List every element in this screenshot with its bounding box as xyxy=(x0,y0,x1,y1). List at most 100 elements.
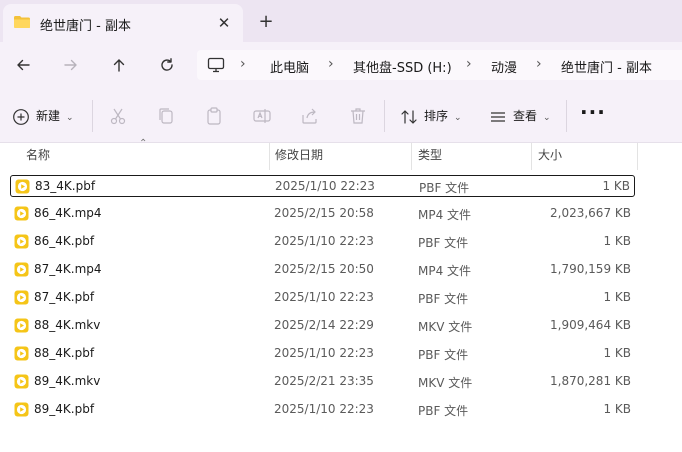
delete-icon[interactable] xyxy=(348,106,368,126)
file-size: 1 KB xyxy=(602,179,630,193)
column-header-size[interactable]: 大小 xyxy=(538,143,562,171)
view-list-icon xyxy=(491,111,505,122)
divider xyxy=(384,100,385,132)
cut-icon[interactable] xyxy=(108,106,128,126)
media-file-icon xyxy=(15,179,30,194)
media-file-icon xyxy=(14,374,29,389)
file-row[interactable]: 89_4K.pbf 2025/1/10 22:23 PBF 文件 1 KB xyxy=(10,399,635,421)
column-divider[interactable] xyxy=(637,143,638,170)
file-size: 1 KB xyxy=(603,234,631,248)
breadcrumb-anime[interactable]: 动漫 xyxy=(491,57,517,76)
file-name: 88_4K.mkv xyxy=(34,318,101,332)
arrow-right-icon xyxy=(64,59,77,71)
column-divider[interactable] xyxy=(411,143,412,170)
computer-icon xyxy=(207,57,225,73)
forward-button[interactable] xyxy=(57,52,85,78)
close-tab-icon[interactable]: ✕ xyxy=(214,13,234,33)
media-file-icon xyxy=(14,234,29,249)
file-row[interactable]: 86_4K.mp4 2025/2/15 20:58 MP4 文件 2,023,667 … xyxy=(10,203,635,225)
breadcrumb-drive[interactable]: 其他盘-SSD (H:) xyxy=(353,57,452,76)
file-modified: 2025/1/10 22:23 xyxy=(274,290,374,304)
file-type: PBF 文件 xyxy=(418,236,469,250)
column-header-name[interactable]: 名称 xyxy=(26,143,50,171)
file-row[interactable]: 86_4K.pbf 2025/1/10 22:23 PBF 文件 1 KB xyxy=(10,231,635,253)
media-file-icon xyxy=(14,262,29,277)
file-name: 87_4K.mp4 xyxy=(34,262,102,276)
tab-current-folder[interactable]: 绝世唐门 - 副本 ✕ xyxy=(3,4,243,42)
arrow-left-icon xyxy=(17,59,30,71)
new-tab-button[interactable]: + xyxy=(255,11,277,33)
file-modified: 2025/2/14 22:29 xyxy=(274,318,374,332)
copy-icon[interactable] xyxy=(156,106,176,126)
breadcrumb-current[interactable]: 绝世唐门 - 副本 xyxy=(561,57,652,76)
file-name: 86_4K.pbf xyxy=(34,234,95,248)
tab-strip: 绝世唐门 - 副本 ✕ + xyxy=(0,0,682,42)
view-button[interactable]: 查看 ⌄ xyxy=(489,104,551,128)
file-type: MKV 文件 xyxy=(418,320,473,334)
share-icon[interactable] xyxy=(300,106,320,126)
media-file-icon xyxy=(14,402,29,417)
sort-ascending-icon: ⌃ xyxy=(139,138,148,149)
divider xyxy=(92,100,93,132)
command-bar: 新建 ⌄ 排序 ⌄ 查看 ⌄ ··· xyxy=(0,88,682,143)
file-name: 83_4K.pbf xyxy=(35,179,96,193)
folder-icon xyxy=(14,16,30,28)
tab-title: 绝世唐门 - 副本 xyxy=(40,19,131,34)
up-button[interactable] xyxy=(105,52,133,78)
sort-icon xyxy=(401,109,417,124)
file-modified: 2025/1/10 22:23 xyxy=(275,179,375,193)
sort-label: 排序 xyxy=(424,109,449,123)
file-size: 1 KB xyxy=(603,402,631,416)
file-type: MP4 文件 xyxy=(418,264,472,278)
column-header-type[interactable]: 类型 xyxy=(418,143,442,171)
navigation-bar: › 此电脑 › 其他盘-SSD (H:) › 动漫 › 绝世唐门 - 副本 xyxy=(0,42,682,88)
file-size: 1 KB xyxy=(603,346,631,360)
rename-icon[interactable] xyxy=(252,106,272,126)
chevron-down-icon: ⌄ xyxy=(66,113,74,123)
file-modified: 2025/2/15 20:58 xyxy=(274,206,374,220)
file-name: 89_4K.mkv xyxy=(34,374,101,388)
sort-button[interactable]: 排序 ⌄ xyxy=(400,104,462,128)
file-type: PBF 文件 xyxy=(418,348,469,362)
column-divider[interactable] xyxy=(269,143,270,170)
refresh-button[interactable] xyxy=(153,52,181,78)
media-file-icon xyxy=(14,290,29,305)
paste-icon[interactable] xyxy=(204,106,224,126)
file-size: 1,870,281 KB xyxy=(550,374,631,388)
file-name: 87_4K.pbf xyxy=(34,290,95,304)
file-name: 88_4K.pbf xyxy=(34,346,95,360)
breadcrumb-separator: › xyxy=(328,56,334,72)
file-row[interactable]: 89_4K.mkv 2025/2/21 23:35 MKV 文件 1,870,281 … xyxy=(10,371,635,393)
back-button[interactable] xyxy=(9,52,37,78)
file-name: 89_4K.pbf xyxy=(34,402,95,416)
more-options-button[interactable]: ··· xyxy=(580,100,606,124)
column-divider[interactable] xyxy=(531,143,532,170)
new-button[interactable]: 新建 ⌄ xyxy=(12,104,74,128)
view-label: 查看 xyxy=(513,109,538,123)
file-row[interactable]: 87_4K.pbf 2025/1/10 22:23 PBF 文件 1 KB xyxy=(10,287,635,309)
file-modified: 2025/1/10 22:23 xyxy=(274,234,374,248)
file-row[interactable]: 88_4K.pbf 2025/1/10 22:23 PBF 文件 1 KB xyxy=(10,343,635,365)
refresh-icon xyxy=(161,58,173,71)
file-name: 86_4K.mp4 xyxy=(34,206,102,220)
column-header-modified[interactable]: 修改日期 xyxy=(275,143,323,171)
file-size: 2,023,667 KB xyxy=(550,206,631,220)
file-row[interactable]: 83_4K.pbf 2025/1/10 22:23 PBF 文件 1 KB xyxy=(10,175,635,197)
plus-circle-icon xyxy=(13,108,29,125)
file-size: 1,790,159 KB xyxy=(550,262,631,276)
file-modified: 2025/2/15 20:50 xyxy=(274,262,374,276)
file-modified: 2025/2/21 23:35 xyxy=(274,374,374,388)
file-type: PBF 文件 xyxy=(418,292,469,306)
file-modified: 2025/1/10 22:23 xyxy=(274,402,374,416)
arrow-up-icon xyxy=(113,59,125,72)
file-modified: 2025/1/10 22:23 xyxy=(274,346,374,360)
file-row[interactable]: 88_4K.mkv 2025/2/14 22:29 MKV 文件 1,909,464 … xyxy=(10,315,635,337)
media-file-icon xyxy=(14,318,29,333)
address-bar[interactable]: › 此电脑 › 其他盘-SSD (H:) › 动漫 › 绝世唐门 - 副本 xyxy=(197,50,682,80)
breadcrumb-this-pc[interactable]: 此电脑 xyxy=(270,57,309,76)
file-row[interactable]: 87_4K.mp4 2025/2/15 20:50 MP4 文件 1,790,159 … xyxy=(10,259,635,281)
file-type: PBF 文件 xyxy=(419,181,470,195)
chevron-down-icon: ⌄ xyxy=(454,113,462,123)
file-size: 1 KB xyxy=(603,290,631,304)
breadcrumb-separator: › xyxy=(240,56,246,72)
